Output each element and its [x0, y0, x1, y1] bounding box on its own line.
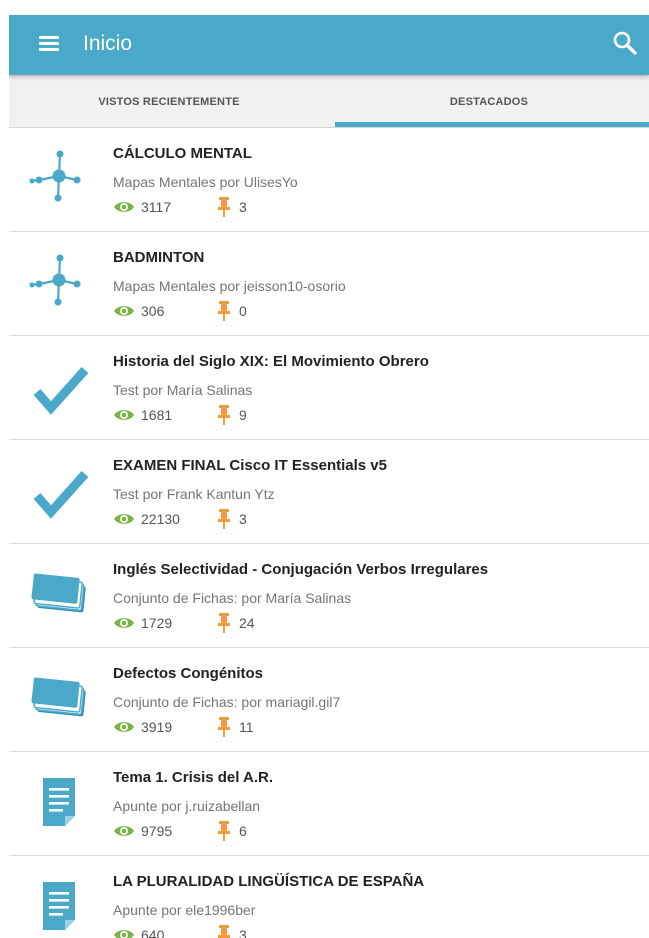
eye-icon: [114, 514, 134, 524]
pin-count: 6: [239, 823, 247, 839]
search-icon[interactable]: [611, 29, 639, 57]
item-subtitle: Test por María Salinas: [113, 382, 253, 398]
view-count: 9795: [141, 823, 173, 839]
item-title: CÁLCULO MENTAL: [113, 145, 252, 162]
menu-icon[interactable]: [39, 36, 59, 52]
pin-icon: [218, 925, 230, 938]
list-item[interactable]: Tema 1. Crisis del A.R. Apunte por j.rui…: [9, 752, 649, 856]
mind-map-icon: [27, 146, 91, 210]
list-item[interactable]: CÁLCULO MENTAL Mapas Mentales por Ulises…: [9, 128, 649, 232]
view-count: 1729: [141, 615, 173, 631]
pin-count: 0: [239, 303, 247, 319]
eye-icon: [114, 618, 134, 628]
eye-icon: [114, 930, 134, 938]
eye-icon: [114, 202, 134, 212]
view-count: 22130: [141, 511, 180, 527]
item-title: LA PLURALIDAD LINGÜÍSTICA DE ESPAÑA: [113, 873, 425, 890]
item-title: Inglés Selectividad - Conjugación Verbos…: [113, 561, 489, 578]
pin-icon: [218, 717, 230, 737]
item-subtitle: Conjunto de Fichas: por mariagil.gil7: [113, 694, 341, 710]
item-subtitle: Test por Frank Kantun Ytz: [113, 486, 275, 502]
note-icon: [27, 874, 91, 938]
tab-vistos-recientemente[interactable]: VISTOS RECIENTEMENTE: [9, 75, 329, 127]
pin-count: 11: [239, 719, 254, 735]
pin-icon: [218, 197, 230, 217]
pin-icon: [218, 821, 230, 841]
item-subtitle: Mapas Mentales por jeisson10-osorio: [113, 278, 346, 294]
pin-count: 3: [239, 927, 247, 938]
view-count: 640: [141, 927, 165, 938]
view-count: 3919: [141, 719, 173, 735]
pin-icon: [218, 509, 230, 529]
item-subtitle: Conjunto de Fichas: por María Salinas: [113, 590, 352, 606]
view-count: 1681: [141, 407, 173, 423]
checkmark-icon: [27, 458, 91, 522]
pin-count: 24: [239, 615, 255, 631]
pin-icon: [218, 301, 230, 321]
item-title: Tema 1. Crisis del A.R.: [113, 769, 274, 786]
mind-map-icon: [27, 250, 91, 314]
list-item[interactable]: BADMINTON Mapas Mentales por jeisson10-o…: [9, 232, 649, 336]
list-item[interactable]: Defectos Congénitos Conjunto de Fichas: …: [9, 648, 649, 752]
eye-icon: [114, 306, 134, 316]
tab-destacados[interactable]: DESTACADOS: [329, 75, 649, 127]
item-subtitle: Apunte por ele1996ber: [113, 902, 256, 918]
eye-icon: [114, 722, 134, 732]
pin-icon: [218, 613, 230, 633]
pin-count: 3: [239, 511, 247, 527]
pin-count: 9: [239, 407, 247, 423]
item-title: EXAMEN FINAL Cisco IT Essentials v5: [113, 457, 387, 474]
featured-list: CÁLCULO MENTAL Mapas Mentales por Ulises…: [9, 128, 649, 938]
tab-bar: VISTOS RECIENTEMENTE DESTACADOS: [9, 75, 649, 128]
list-item[interactable]: LA PLURALIDAD LINGÜÍSTICA DE ESPAÑA Apun…: [9, 856, 649, 938]
item-title: BADMINTON: [113, 249, 205, 266]
list-item[interactable]: EXAMEN FINAL Cisco IT Essentials v5 Test…: [9, 440, 649, 544]
view-count: 306: [141, 303, 165, 319]
active-tab-indicator: [335, 122, 649, 127]
app-screen: Inicio VISTOS RECIENTEMENTE DESTACADOS C…: [9, 0, 649, 938]
item-subtitle: Mapas Mentales por UlisesYo: [113, 174, 298, 190]
checkmark-icon: [27, 354, 91, 418]
item-subtitle: Apunte por j.ruizabellan: [113, 798, 261, 814]
flashcards-icon: [27, 562, 91, 626]
pin-count: 3: [239, 199, 247, 215]
eye-icon: [114, 410, 134, 420]
item-title: Historia del Siglo XIX: El Movimiento Ob…: [113, 353, 429, 370]
pin-icon: [218, 405, 230, 425]
eye-icon: [114, 826, 134, 836]
page-title: Inicio: [83, 32, 133, 55]
item-title: Defectos Congénitos: [113, 665, 264, 682]
list-item[interactable]: Inglés Selectividad - Conjugación Verbos…: [9, 544, 649, 648]
flashcards-icon: [27, 666, 91, 730]
view-count: 3117: [141, 199, 172, 215]
list-item[interactable]: Historia del Siglo XIX: El Movimiento Ob…: [9, 336, 649, 440]
note-icon: [27, 770, 91, 834]
app-bar: Inicio: [9, 15, 649, 75]
